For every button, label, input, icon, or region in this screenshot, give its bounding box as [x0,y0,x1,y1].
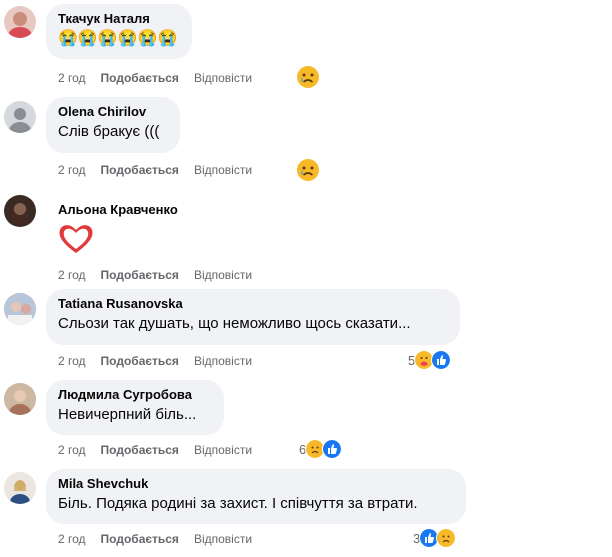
like-button[interactable]: Подобається [101,163,179,177]
like-button[interactable]: Подобається [101,268,179,282]
author-name[interactable]: Olena Chirilov [58,104,168,120]
comment-bubble: Ткачук Наталя 😭😭😭😭😭😭 [46,4,192,59]
timestamp[interactable]: 2 год [58,71,86,85]
comment-text: Сльози так душать, що неможливо щось ска… [58,315,411,332]
like-reaction-icon [431,350,452,370]
reply-button[interactable]: Відповісти [194,71,252,85]
comment-text: Слів бракує ((( [58,123,160,140]
timestamp[interactable]: 2 год [58,354,86,368]
author-name[interactable]: Tatiana Rusanovska [58,296,448,312]
sad-reaction-icon [436,528,457,548]
comment-actions: 2 год Подобається Відповісти [58,70,267,86]
like-button[interactable]: Подобається [101,71,179,85]
avatar[interactable] [4,472,36,504]
comment-actions: 2 год Подобається Відповісти [58,531,267,547]
sad-reaction-icon[interactable] [296,65,320,89]
comment-actions: 2 год Подобається Відповісти [58,353,267,369]
like-reaction-icon [322,439,343,459]
reply-button[interactable]: Відповісти [194,443,252,457]
timestamp[interactable]: 2 год [58,532,86,546]
avatar[interactable] [4,6,36,38]
avatar[interactable] [4,293,36,325]
comment-bubble: Людмила Сугробова Невичерпний біль... [46,380,224,435]
like-button[interactable]: Подобається [101,443,179,457]
avatar[interactable] [4,383,36,415]
avatar[interactable] [4,195,36,227]
comment-text: Біль. Подяка родині за захист. І співчут… [58,495,418,512]
author-name[interactable]: Людмила Сугробова [58,387,212,403]
reaction-summary[interactable]: 3 [413,528,457,548]
author-name[interactable]: Ткачук Наталя [58,11,180,27]
comment-bubble: Tatiana Rusanovska Сльози так душать, що… [46,289,460,345]
avatar[interactable] [4,101,36,133]
like-button[interactable]: Подобається [101,354,179,368]
comment-text: Невичерпний біль... [58,406,197,423]
comment-bubble: Mila Shevchuk Біль. Подяка родині за зах… [46,469,466,524]
timestamp[interactable]: 2 год [58,163,86,177]
comment-text: 😭😭😭😭😭😭 [58,30,178,47]
reply-button[interactable]: Відповісти [194,354,252,368]
like-button[interactable]: Подобається [101,532,179,546]
reaction-summary[interactable]: 5 [408,350,452,370]
sad-reaction-icon[interactable] [296,158,320,182]
white-heart-emoji [59,225,93,253]
reaction-summary[interactable]: 6 [299,439,343,459]
comment-bubble: Olena Chirilov Слів бракує ((( [46,97,180,153]
timestamp[interactable]: 2 год [58,443,86,457]
reply-button[interactable]: Відповісти [194,268,252,282]
comment-actions: 2 год Подобається Відповісти [58,267,267,283]
author-name[interactable]: Альона Кравченко [58,202,178,218]
comment-actions: 2 год Подобається Відповісти [58,442,267,458]
reply-button[interactable]: Відповісти [194,532,252,546]
timestamp[interactable]: 2 год [58,268,86,282]
comment-actions: 2 год Подобається Відповісти [58,162,267,178]
author-name[interactable]: Mila Shevchuk [58,476,454,492]
reply-button[interactable]: Відповісти [194,163,252,177]
